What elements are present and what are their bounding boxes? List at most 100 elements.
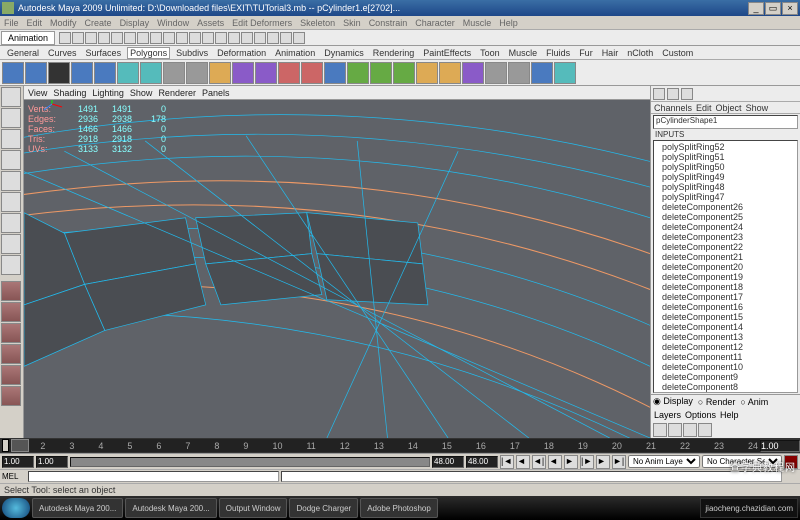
layers-menu[interactable]: Layers [654, 410, 681, 420]
shelf-button[interactable] [439, 62, 461, 84]
manip-tool[interactable] [1, 213, 21, 233]
shelf-tab[interactable]: Fur [576, 47, 596, 59]
input-node-item[interactable]: polySplitRing46 [654, 392, 797, 393]
shelf-tab[interactable]: Subdivs [173, 47, 211, 59]
status-icon[interactable] [59, 32, 71, 44]
range-end-field[interactable] [432, 456, 464, 468]
layout-single[interactable] [1, 281, 21, 301]
shelf-button[interactable] [48, 62, 70, 84]
menu-edit[interactable]: Edit [27, 18, 43, 28]
minimize-button[interactable]: _ [748, 2, 764, 15]
input-node-item[interactable]: deleteComponent21 [654, 252, 797, 262]
shelf-tab[interactable]: Polygons [127, 47, 170, 59]
status-icon[interactable] [163, 32, 175, 44]
shelf-button[interactable] [163, 62, 185, 84]
step-fwd-button[interactable]: ► [596, 455, 610, 469]
cb-toggle-icon[interactable] [681, 88, 693, 100]
time-slider[interactable]: 123456789101112131415161718192021222324 [0, 438, 800, 453]
status-icon[interactable] [241, 32, 253, 44]
shelf-button[interactable] [140, 62, 162, 84]
cb-toggle-icon[interactable] [667, 88, 679, 100]
move-tool[interactable] [1, 150, 21, 170]
shelf-tab[interactable]: General [4, 47, 42, 59]
input-node-item[interactable]: deleteComponent14 [654, 322, 797, 332]
shelf-tab[interactable]: Animation [272, 47, 318, 59]
shelf-tab[interactable]: Curves [45, 47, 80, 59]
vp-show[interactable]: Show [130, 88, 153, 98]
current-time-marker[interactable] [11, 439, 29, 452]
input-node-item[interactable]: deleteComponent19 [654, 272, 797, 282]
input-node-item[interactable]: deleteComponent12 [654, 342, 797, 352]
menu-window[interactable]: Window [157, 18, 189, 28]
layout-persp[interactable] [1, 323, 21, 343]
command-input[interactable] [28, 471, 279, 482]
shelf-button[interactable] [232, 62, 254, 84]
shelf-button[interactable] [209, 62, 231, 84]
play-button[interactable]: ► [564, 455, 578, 469]
shelf-button[interactable] [462, 62, 484, 84]
vp-view[interactable]: View [28, 88, 47, 98]
shelf-button[interactable] [186, 62, 208, 84]
shelf-button[interactable] [416, 62, 438, 84]
shelf-button[interactable] [347, 62, 369, 84]
last-tool[interactable] [1, 255, 21, 275]
menu-skin[interactable]: Skin [343, 18, 361, 28]
next-key-button[interactable]: |► [580, 455, 594, 469]
rewind-button[interactable]: |◄ [500, 455, 514, 469]
menu-help[interactable]: Help [499, 18, 518, 28]
cb-channels[interactable]: Channels [654, 103, 692, 113]
taskbar-item[interactable]: Adobe Photoshop [360, 498, 438, 518]
menu-file[interactable]: File [4, 18, 19, 28]
anim-layer-dropdown[interactable]: No Anim Layer [628, 455, 700, 468]
cb-object[interactable]: Object [716, 103, 742, 113]
display-radio[interactable]: ◉ Display [653, 396, 693, 407]
menu-editdeformers[interactable]: Edit Deformers [232, 18, 292, 28]
anim-radio[interactable]: ○ Anim [740, 397, 768, 407]
vp-panels[interactable]: Panels [202, 88, 230, 98]
shelf-tab[interactable]: Fluids [543, 47, 573, 59]
shelf-button[interactable] [117, 62, 139, 84]
status-icon[interactable] [293, 32, 305, 44]
input-node-item[interactable]: deleteComponent10 [654, 362, 797, 372]
shelf-tab[interactable]: Surfaces [83, 47, 125, 59]
cb-show[interactable]: Show [746, 103, 769, 113]
shelf-tab[interactable]: Muscle [506, 47, 541, 59]
shelf-button[interactable] [370, 62, 392, 84]
shelf-button[interactable] [324, 62, 346, 84]
input-node-item[interactable]: polySplitRing49 [654, 172, 797, 182]
layout-outliner[interactable] [1, 344, 21, 364]
input-node-item[interactable]: polySplitRing51 [654, 152, 797, 162]
layer-btn[interactable] [683, 423, 697, 437]
shelf-tab[interactable]: PaintEffects [420, 47, 474, 59]
input-node-item[interactable]: deleteComponent13 [654, 332, 797, 342]
cb-inputs-list[interactable]: polySplitRing52polySplitRing51polySplitR… [653, 140, 798, 393]
shelf-button[interactable] [508, 62, 530, 84]
lasso-tool[interactable] [1, 108, 21, 128]
shelf-button[interactable] [25, 62, 47, 84]
menu-modify[interactable]: Modify [50, 18, 77, 28]
shelf-tab[interactable]: nCloth [624, 47, 656, 59]
range-bar[interactable] [70, 457, 430, 467]
current-frame-field[interactable] [760, 440, 800, 452]
layout-graph[interactable] [1, 365, 21, 385]
status-icon[interactable] [137, 32, 149, 44]
status-icon[interactable] [215, 32, 227, 44]
render-radio[interactable]: ○ Render [698, 397, 735, 407]
system-tray[interactable]: jiaocheng.chazidian.com [700, 498, 798, 518]
input-node-item[interactable]: polySplitRing47 [654, 192, 797, 202]
vp-renderer[interactable]: Renderer [158, 88, 196, 98]
input-node-item[interactable]: deleteComponent9 [654, 372, 797, 382]
layer-btn[interactable] [698, 423, 712, 437]
close-button[interactable]: × [782, 2, 798, 15]
input-node-item[interactable]: deleteComponent26 [654, 202, 797, 212]
taskbar-item[interactable]: Autodesk Maya 200... [125, 498, 216, 518]
shelf-tab[interactable]: Custom [659, 47, 696, 59]
cb-edit[interactable]: Edit [696, 103, 712, 113]
input-node-item[interactable]: polySplitRing50 [654, 162, 797, 172]
shelf-button[interactable] [393, 62, 415, 84]
start-button[interactable] [2, 498, 30, 518]
status-icon[interactable] [176, 32, 188, 44]
shelf-button[interactable] [2, 62, 24, 84]
status-icon[interactable] [85, 32, 97, 44]
go-end-button[interactable]: ►| [612, 455, 626, 469]
